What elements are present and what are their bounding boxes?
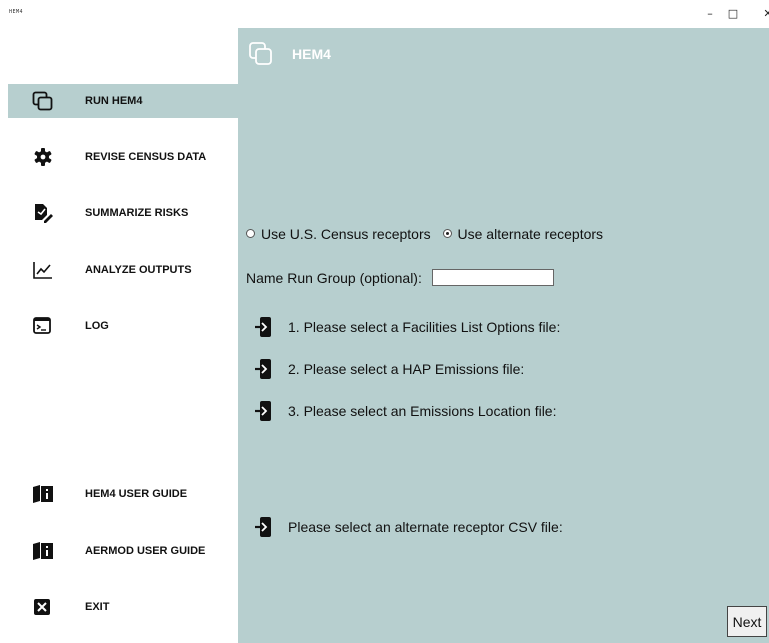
sidebar-item-analyze-outputs[interactable]: ANALYZE OUTPUTS [8,253,238,287]
sidebar-item-label: HEM4 USER GUIDE [85,488,188,500]
close-button[interactable]: ✕ [756,4,769,24]
run-group-input[interactable] [432,269,554,286]
minimize-button[interactable]: – [698,4,722,24]
sidebar: RUN HEM4 REVISE CENSUS DATA SUMMARIZE RI… [0,28,238,643]
book-info-icon [33,542,53,560]
copy-icon [32,91,53,111]
radio-label: Use U.S. Census receptors [261,225,431,242]
sidebar-item-label: SUMMARIZE RISKS [85,207,189,219]
book-info-icon [33,485,53,503]
sidebar-item-label: REVISE CENSUS DATA [85,151,207,163]
title-bar: HEM4 – □ ✕ [0,0,769,28]
radio-indicator [246,229,255,238]
sidebar-item-label: LOG [85,320,109,332]
sidebar-item-exit[interactable]: EXIT [8,590,238,624]
file-prompt-label: Please select an alternate receptor CSV … [288,519,563,535]
receptor-radio-group: Use U.S. Census receptors Use alternate … [246,225,603,242]
sidebar-item-revise-census-data[interactable]: REVISE CENSUS DATA [8,140,238,174]
file-import-icon [255,401,271,421]
maximize-button[interactable]: □ [721,4,745,24]
file-import-icon [255,317,271,337]
sidebar-item-label: EXIT [85,601,110,613]
file-prompt-label: 1. Please select a Facilities List Optio… [288,319,561,335]
line-chart-icon [33,262,52,279]
radio-alternate-receptors[interactable]: Use alternate receptors [442,225,604,242]
run-group-label: Name Run Group (optional): [246,270,422,286]
radio-census-receptors[interactable]: Use U.S. Census receptors [246,226,431,242]
edit-document-icon [35,204,53,223]
sidebar-item-label: RUN HEM4 [85,95,143,107]
terminal-icon [33,317,51,334]
file-prompt-label: 2. Please select a HAP Emissions file: [288,361,525,377]
sidebar-item-label: AERMOD USER GUIDE [85,545,206,557]
main-panel: HEM4 Use U.S. Census receptors Use alter… [238,28,769,643]
window-title: HEM4 [9,9,24,15]
sidebar-item-aermod-user-guide[interactable]: AERMOD USER GUIDE [8,534,238,568]
sidebar-item-label: ANALYZE OUTPUTS [85,264,192,276]
sidebar-item-hem4-user-guide[interactable]: HEM4 USER GUIDE [8,477,238,511]
next-button[interactable]: Next [727,606,767,637]
file-prompt-label: 3. Please select an Emissions Location f… [288,403,557,419]
copy-icon [249,42,272,65]
sidebar-item-run-hem4[interactable]: RUN HEM4 [8,84,238,118]
file-import-icon [255,517,271,537]
radio-indicator [442,229,452,238]
file-import-icon [255,359,271,379]
radio-label: Use alternate receptors [457,225,604,242]
gear-icon [34,148,52,166]
exit-x-icon [34,599,50,615]
sidebar-item-log[interactable]: LOG [8,309,238,343]
page-title: HEM4 [292,46,331,62]
sidebar-item-summarize-risks[interactable]: SUMMARIZE RISKS [8,196,238,230]
